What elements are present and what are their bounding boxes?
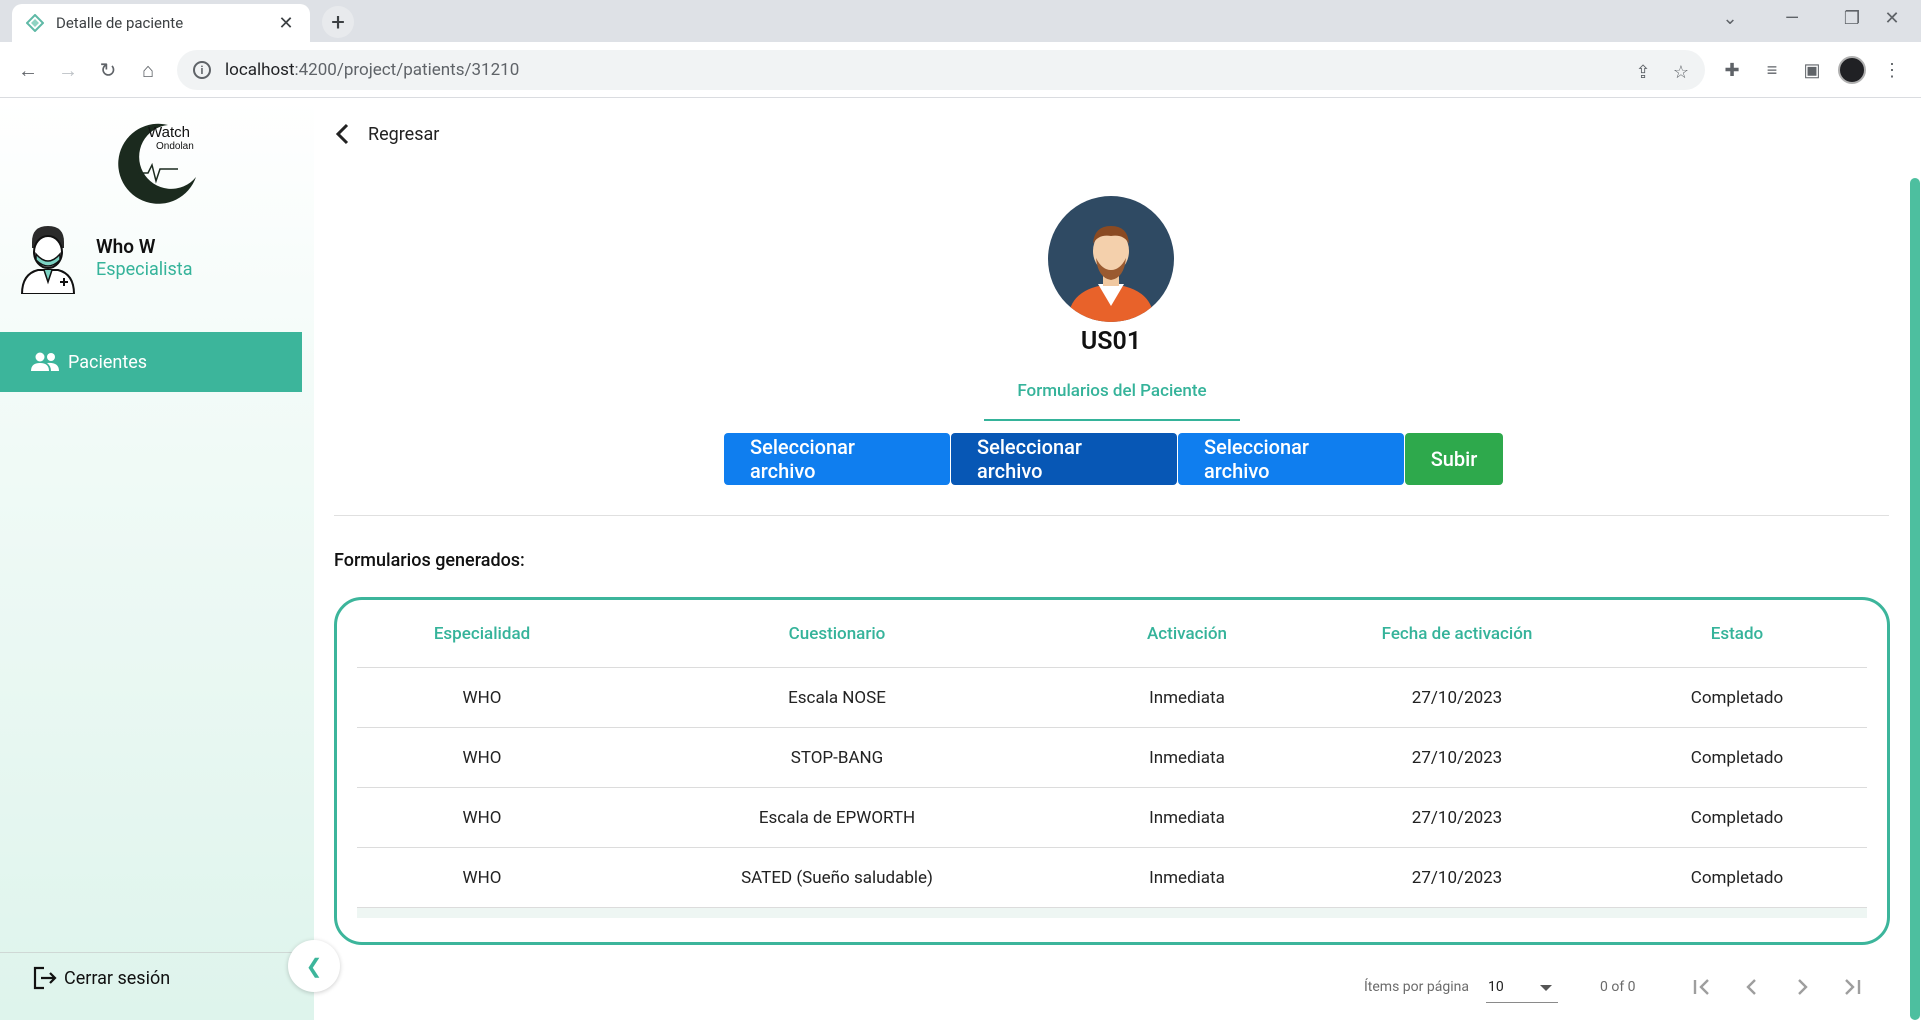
logout-label: Cerrar sesión [64, 967, 171, 989]
url-text: localhost:4200/project/patients/31210 [225, 60, 520, 80]
column-header[interactable]: Activación [1067, 624, 1307, 644]
table-row[interactable]: WHO STOP-BANG Inmediata 27/10/2023 Compl… [357, 728, 1867, 788]
people-icon [31, 352, 59, 371]
paginator: Ítems por página 10 0 of 0 [314, 961, 1921, 1011]
tab-search-icon[interactable]: ⌄ [1700, 0, 1760, 36]
cell-questionnaire: STOP-BANG [790, 747, 884, 768]
previous-page-icon[interactable] [1734, 969, 1770, 1005]
cell-activation-date: 27/10/2023 [1411, 747, 1503, 768]
page-size-select[interactable]: 10 [1486, 971, 1558, 1003]
items-per-page-label: Ítems por página [1364, 979, 1469, 995]
first-page-icon[interactable] [1684, 969, 1720, 1005]
cell-specialty: WHO [462, 747, 502, 768]
last-page-icon[interactable] [1834, 969, 1870, 1005]
forms-table: Especialidad Cuestionario Activación Fec… [334, 597, 1890, 945]
column-header[interactable]: Especialidad [357, 624, 607, 644]
page-scrollbar[interactable] [1910, 178, 1920, 1020]
cell-activation: Inmediata [1149, 747, 1225, 768]
bookmark-star-icon[interactable]: ☆ [1667, 58, 1695, 86]
cell-status: Completado [1690, 687, 1784, 708]
generated-forms-title: Formularios generados: [334, 550, 525, 571]
new-tab-button[interactable]: + [322, 6, 354, 38]
svg-text:Ondolan: Ondolan [156, 141, 194, 152]
sidebar-divider [0, 952, 302, 953]
upload-button[interactable]: Subir [1405, 433, 1503, 485]
side-panel-icon[interactable]: ▣ [1796, 54, 1828, 86]
table-header: Especialidad Cuestionario Activación Fec… [357, 600, 1867, 668]
collapse-sidebar-button[interactable]: ❮ [288, 940, 340, 992]
patient-avatar [1048, 196, 1174, 322]
back-link[interactable]: Regresar [332, 123, 439, 145]
page-range-label: 0 of 0 [1600, 979, 1636, 995]
svg-text:Watch: Watch [148, 124, 190, 141]
profile-avatar[interactable] [1838, 56, 1866, 84]
select-file-button-1[interactable]: Seleccionar archivo [724, 433, 950, 485]
page-size-value: 10 [1488, 979, 1504, 995]
browser-tabbar: Detalle de paciente ✕ + ⌄ — ❐ ✕ [0, 0, 1921, 42]
cell-questionnaire: SATED (Sueño saludable) [741, 867, 933, 888]
app-favicon-icon [26, 14, 44, 32]
share-icon[interactable]: ⇪ [1629, 58, 1657, 86]
logout-button[interactable]: Cerrar sesión [32, 965, 170, 991]
select-file-button-2[interactable]: Seleccionar archivo [951, 433, 1177, 485]
chevron-left-icon: ❮ [305, 954, 323, 978]
table-row[interactable]: WHO SATED (Sueño saludable) Inmediata 27… [357, 848, 1867, 908]
cell-status: Completado [1690, 747, 1784, 768]
user-name: Who W [96, 235, 156, 258]
cell-activation-date: 27/10/2023 [1411, 687, 1503, 708]
patient-id: US01 [1080, 327, 1142, 356]
media-control-icon[interactable]: ≡ [1756, 54, 1788, 86]
close-window-button[interactable]: ✕ [1862, 0, 1921, 36]
watch-ondolan-logo: Watch Ondolan [118, 123, 196, 204]
cell-questionnaire: Escala NOSE [788, 687, 886, 708]
cell-specialty: WHO [462, 687, 502, 708]
doctor-avatar-icon [20, 226, 76, 294]
table-footer [357, 908, 1867, 918]
cell-questionnaire: Escala de EPWORTH [758, 807, 916, 828]
cell-activation: Inmediata [1149, 807, 1225, 828]
table-row[interactable]: WHO Escala NOSE Inmediata 27/10/2023 Com… [357, 668, 1867, 728]
sidebar-item-label: Pacientes [68, 351, 148, 373]
upload-actions: Seleccionar archivo Seleccionar archivo … [724, 433, 1504, 485]
tab-patient-forms[interactable]: Formularios del Paciente [984, 369, 1240, 421]
sidebar: Watch Ondolan Who W Especialista Pacient… [0, 99, 314, 1020]
next-page-icon[interactable] [1784, 969, 1820, 1005]
close-tab-icon[interactable]: ✕ [276, 13, 296, 34]
column-header[interactable]: Estado [1607, 624, 1867, 644]
browser-toolbar: ← → ↻ ⌂ i localhost:4200/project/patient… [0, 42, 1921, 98]
cell-specialty: WHO [462, 807, 502, 828]
table-row[interactable]: WHO Escala de EPWORTH Inmediata 27/10/20… [357, 788, 1867, 848]
reload-icon[interactable]: ↻ [92, 54, 124, 86]
address-bar[interactable]: i localhost:4200/project/patients/31210 … [177, 50, 1705, 90]
browser-tab[interactable]: Detalle de paciente ✕ [12, 4, 310, 42]
minimize-button[interactable]: — [1762, 0, 1822, 36]
sidebar-item-patients[interactable]: Pacientes [0, 332, 302, 392]
dropdown-arrow-icon [1540, 985, 1552, 991]
column-header[interactable]: Cuestionario [607, 624, 1067, 644]
browser-menu-icon[interactable]: ⋮ [1876, 54, 1908, 86]
tab-title: Detalle de paciente [56, 14, 184, 32]
main-content: Regresar US01 Formularios del Paciente S… [314, 99, 1921, 1020]
user-role: Especialista [96, 259, 193, 280]
cell-activation: Inmediata [1149, 867, 1225, 888]
logout-icon [33, 966, 57, 990]
extensions-icon[interactable]: ✚ [1716, 54, 1748, 86]
section-divider [334, 515, 1889, 516]
cell-activation-date: 27/10/2023 [1411, 867, 1503, 888]
column-header[interactable]: Fecha de activación [1307, 624, 1607, 644]
back-arrow-icon[interactable]: ← [12, 54, 44, 86]
chevron-left-icon [335, 123, 349, 145]
cell-activation: Inmediata [1149, 687, 1225, 708]
site-info-icon[interactable]: i [193, 61, 211, 79]
cell-specialty: WHO [462, 867, 502, 888]
home-icon[interactable]: ⌂ [132, 54, 164, 86]
cell-status: Completado [1690, 807, 1784, 828]
select-file-button-3[interactable]: Seleccionar archivo [1178, 433, 1404, 485]
back-label: Regresar [368, 123, 440, 145]
cell-status: Completado [1690, 867, 1784, 888]
cell-activation-date: 27/10/2023 [1411, 807, 1503, 828]
forward-arrow-icon[interactable]: → [52, 54, 84, 86]
